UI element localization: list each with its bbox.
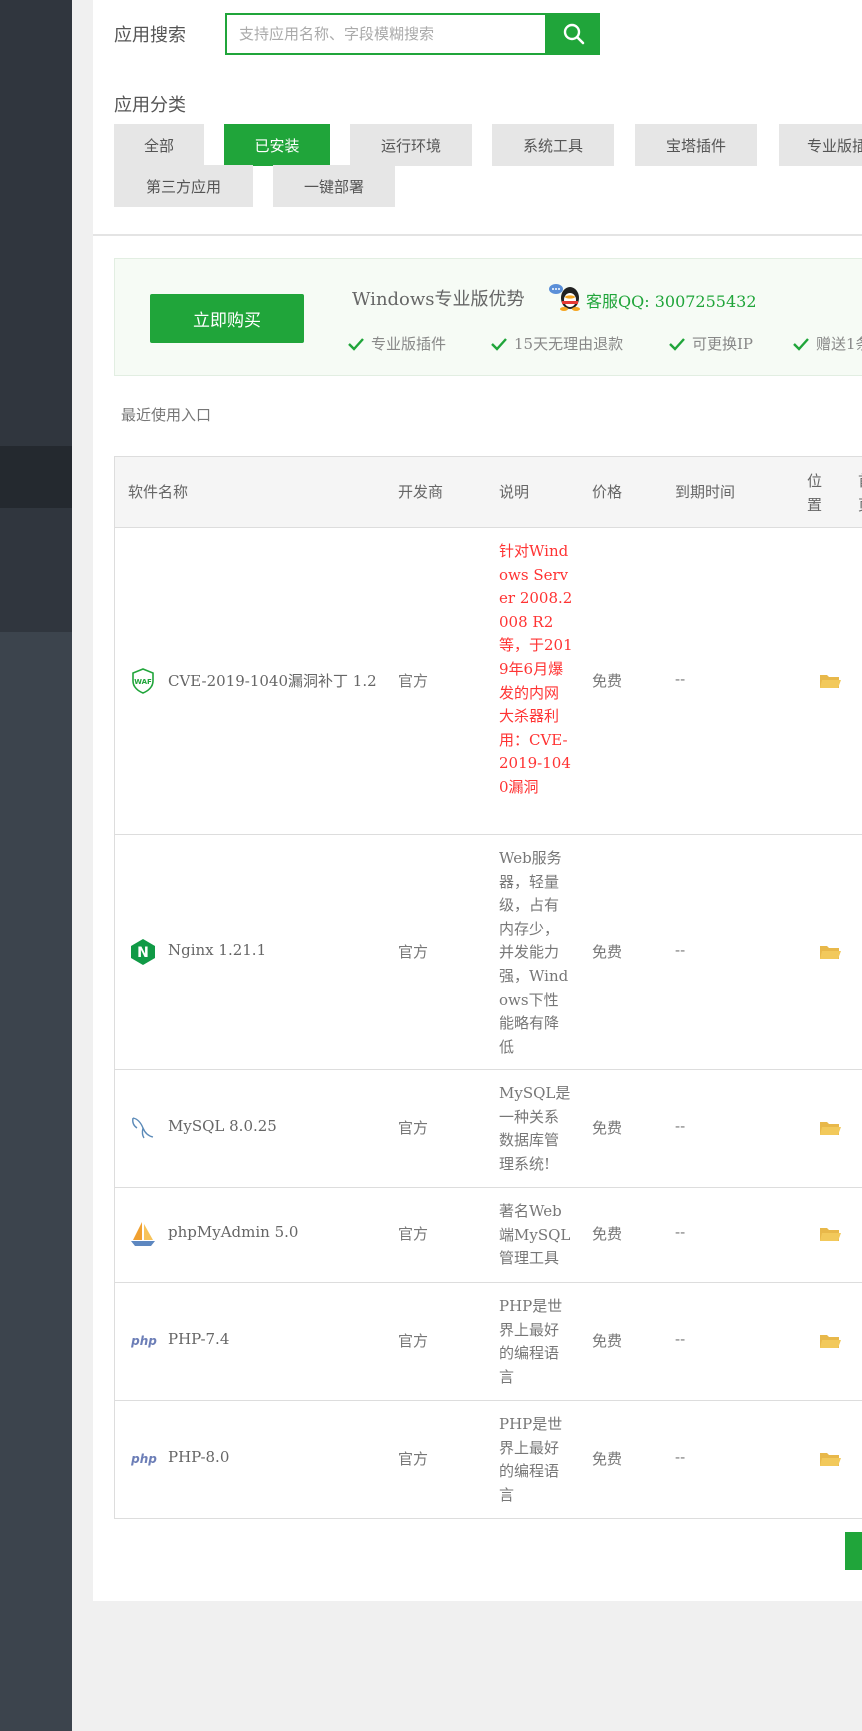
header-developer: 开发商 [398,483,444,501]
category-all[interactable]: 全部 [114,124,204,166]
category-third-party[interactable]: 第三方应用 [114,165,253,207]
description: 针对Windows Server 2008.2008 R2等，于2019年6月爆… [499,542,573,796]
developer: 官方 [398,1225,429,1243]
table-row: N Nginx 1.21.1 官方 Web服务器，轻量级，占有内存少，并发能力强… [115,835,862,1070]
category-installed[interactable]: 已安装 [224,124,330,166]
software-name[interactable]: CVE-2019-1040漏洞补丁 1.2 [168,670,377,691]
category-pro-plugins[interactable]: 专业版插件 [779,124,862,166]
developer: 官方 [398,943,429,961]
price: 免费 [592,1450,623,1468]
table-header: 软件名称 开发商 说明 价格 到期时间 位置 首页 [115,457,862,528]
expire-time: -- [675,670,686,688]
php-icon: php [129,1445,159,1473]
folder-icon[interactable] [819,1451,841,1471]
description: MySQL是一种关系数据库管理系统! [499,1084,571,1173]
feature-pro-plugins: 专业版插件 [347,333,446,354]
header-expire: 到期时间 [675,483,736,501]
folder-icon[interactable] [819,1333,841,1353]
software-name[interactable]: MySQL 8.0.25 [168,1117,277,1135]
expire-time: -- [675,1223,686,1241]
folder-icon[interactable] [819,1120,841,1140]
php-icon: php [129,1327,159,1355]
buy-now-button[interactable]: 立即购买 [150,294,304,343]
developer: 官方 [398,1450,429,1468]
category-system-tools[interactable]: 系统工具 [492,124,614,166]
main-panel: 应用搜索 应用分类 全部 已安装 运行环境 系统工具 宝塔插件 专业版插件 第三… [93,0,862,1601]
price: 免费 [592,1225,623,1243]
category-label: 应用分类 [114,95,186,116]
feature-gift: 赠送1条 [792,333,862,354]
software-name[interactable]: PHP-8.0 [168,1448,229,1466]
category-runtime[interactable]: 运行环境 [350,124,472,166]
price: 免费 [592,1119,623,1137]
folder-icon[interactable] [819,1226,841,1246]
category-one-click-deploy[interactable]: 一键部署 [273,165,395,207]
svg-text:php: php [130,1334,157,1348]
header-price: 价格 [592,483,623,501]
check-icon [793,337,809,351]
search-icon [563,23,584,45]
folder-icon[interactable] [819,944,841,964]
expire-time: -- [675,1448,686,1466]
check-icon [348,337,364,351]
developer: 官方 [398,672,429,690]
table-row: phpMyAdmin 5.0 官方 著名Web端MySQL管理工具 免费 -- [115,1188,862,1283]
pagination-button[interactable] [845,1532,862,1570]
description: PHP是世界上最好的编程语言 [499,1297,563,1386]
pro-promo-banner: 立即购买 Windows专业版优势 客服QQ: 3007255432 专业版插件… [114,258,862,376]
expire-time: -- [675,941,686,959]
svg-text:N: N [137,945,149,961]
table-row: php PHP-8.0 官方 PHP是世界上最好的编程语言 免费 -- [115,1401,862,1518]
expire-time: -- [675,1117,686,1135]
header-description: 说明 [499,483,530,501]
software-name[interactable]: Nginx 1.21.1 [168,941,266,959]
developer: 官方 [398,1119,429,1137]
svg-text:php: php [130,1452,157,1466]
folder-icon[interactable] [819,673,841,693]
divider [93,234,862,236]
price: 免费 [592,943,623,961]
category-bt-plugins[interactable]: 宝塔插件 [635,124,757,166]
waf-shield-icon: WAF [129,667,157,695]
developer: 官方 [398,1332,429,1350]
table-row: php PHP-7.4 官方 PHP是世界上最好的编程语言 免费 -- [115,1283,862,1401]
recent-entries-label: 最近使用入口 [121,406,212,424]
price: 免费 [592,672,623,690]
header-name: 软件名称 [128,483,189,501]
search-button[interactable] [547,13,600,55]
sidebar [0,0,72,1731]
phpmyadmin-icon [129,1220,157,1248]
description: Web服务器，轻量级，占有内存少，并发能力强，Windows下性能略有降低 [499,849,569,1056]
software-name[interactable]: phpMyAdmin 5.0 [168,1223,298,1241]
price: 免费 [592,1332,623,1350]
search-label: 应用搜索 [114,25,186,46]
table-row: WAF CVE-2019-1040漏洞补丁 1.2 官方 针对Windows S… [115,528,862,835]
nginx-icon: N [129,938,157,966]
check-icon [491,337,507,351]
promo-title: Windows专业版优势 [352,289,525,310]
mysql-dolphin-icon [129,1114,157,1142]
expire-time: -- [675,1330,686,1348]
software-name[interactable]: PHP-7.4 [168,1330,229,1348]
description: PHP是世界上最好的编程语言 [499,1415,563,1504]
table-row: MySQL 8.0.25 官方 MySQL是一种关系数据库管理系统! 免费 -- [115,1070,862,1188]
search-input[interactable] [227,15,517,53]
support-qq-text: 客服QQ: 3007255432 [586,292,757,311]
sidebar-item-active[interactable] [0,446,72,508]
header-location: 位置 [807,472,823,514]
software-table: 软件名称 开发商 说明 价格 到期时间 位置 首页 WAF CVE-2019-1… [114,456,862,1519]
header-home: 首页 [858,469,862,517]
qq-icon [549,284,580,311]
description: 著名Web端MySQL管理工具 [499,1202,571,1268]
search-box [225,13,547,55]
feature-refund: 15天无理由退款 [490,333,623,354]
check-icon [669,337,685,351]
feature-change-ip: 可更换IP [668,333,753,354]
sidebar-upper [0,0,72,632]
svg-text:WAF: WAF [134,678,152,686]
